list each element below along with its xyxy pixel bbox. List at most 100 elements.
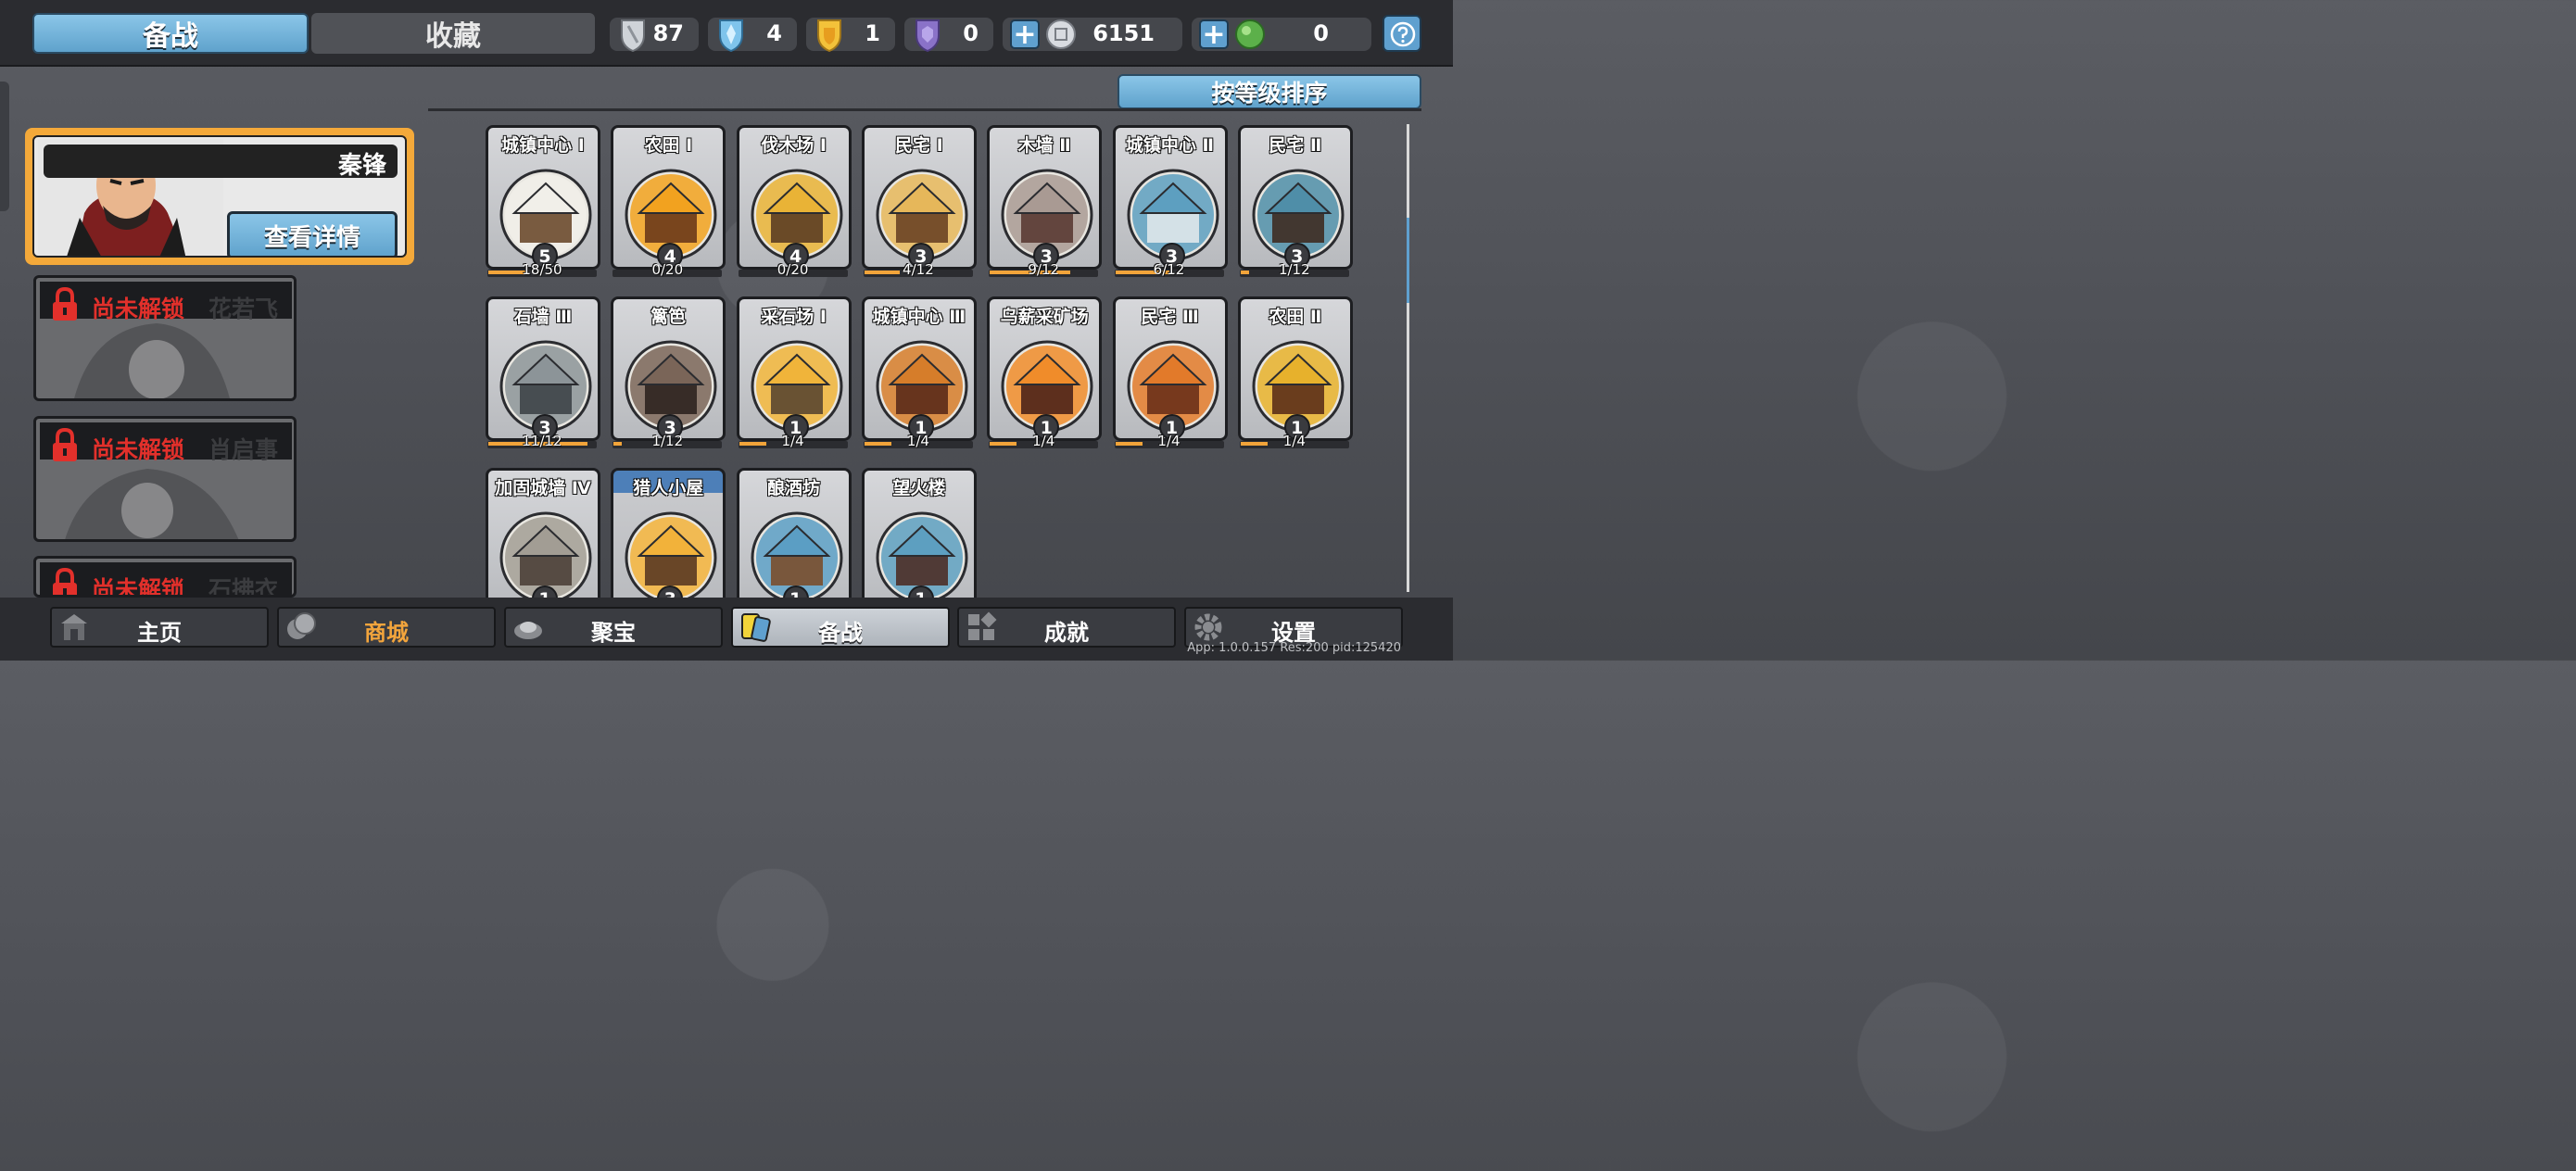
progress-text: 0/20 — [651, 261, 684, 278]
building-card-panel: 农田 Ⅱ1 — [1237, 296, 1353, 441]
hero-card-locked[interactable]: 尚未解锁 肖启事 — [33, 416, 297, 542]
locked-bar: 尚未解锁 肖启事 — [40, 422, 292, 463]
building-card-panel: 猎人小屋3 — [611, 468, 726, 598]
progress-text: 18/50 — [522, 261, 562, 278]
building-card[interactable]: 城镇中心 Ⅲ 1 1/4 — [861, 296, 977, 452]
hero-name-bar: 秦锋 — [44, 145, 398, 180]
building-progress-bar: 0/20 — [738, 261, 848, 278]
building-progress-bar: 1/12 — [612, 433, 723, 449]
nav-label: 商城 — [364, 620, 409, 646]
building-card-panel: 民宅 Ⅱ3 — [1237, 125, 1353, 270]
building-name: 乌薪采矿场 — [1000, 307, 1089, 327]
building-name: 民宅 Ⅱ — [1269, 135, 1322, 156]
building-card[interactable]: 石墙 Ⅲ 3 11/12 — [486, 296, 600, 452]
building-name: 木墙 Ⅱ — [1017, 135, 1071, 156]
hero-card-locked[interactable]: 尚未解锁 石拂衣 — [33, 556, 297, 598]
resource-blue-crystal: 4 — [708, 18, 797, 52]
tab-prepare[interactable]: 备战 — [32, 13, 309, 54]
nav-label: 备战 — [818, 620, 863, 646]
building-name: 石墙 Ⅲ — [513, 307, 573, 327]
building-progress-bar: 1/4 — [1239, 433, 1349, 449]
building-card[interactable]: 采石场 Ⅰ 1 1/4 — [736, 296, 852, 452]
progress-text: 1/4 — [781, 433, 804, 449]
resource-value: 0 — [1313, 20, 1329, 46]
building-card[interactable]: 乌薪采矿场 1 1/4 — [987, 296, 1103, 452]
scrollbar-thumb[interactable] — [1407, 218, 1409, 303]
resource-value: 0 — [963, 20, 979, 46]
nav-prepare[interactable]: 备战 — [731, 607, 950, 648]
building-card-panel: 加固城墙 Ⅳ1 — [486, 468, 600, 598]
blue-crystal-icon — [719, 19, 743, 52]
building-progress-bar: 9/12 — [989, 261, 1099, 278]
tab-collection[interactable]: 收藏 — [311, 13, 595, 54]
nav-shop[interactable]: 商城 — [277, 607, 496, 648]
building-card-panel: 城镇中心 Ⅲ1 — [861, 296, 977, 441]
building-card[interactable]: 民宅 Ⅰ 3 4/12 — [861, 125, 977, 281]
lock-icon — [53, 287, 77, 321]
building-progress-bar: 6/12 — [1114, 261, 1224, 278]
building-progress-bar: 1/4 — [989, 433, 1099, 449]
locked-hero-name: 花若飞 — [208, 296, 279, 322]
nav-label: 主页 — [137, 620, 182, 646]
progress-text: 1/4 — [1157, 433, 1181, 449]
building-card[interactable]: 木墙 Ⅱ 3 9/12 — [987, 125, 1103, 281]
resource-value: 6151 — [1092, 20, 1155, 46]
building-name: 城镇中心 Ⅱ — [1125, 135, 1215, 156]
building-name: 农田 Ⅰ — [644, 135, 693, 156]
progress-text: 1/4 — [906, 433, 929, 449]
divider — [428, 108, 1421, 111]
building-card[interactable]: 加固城墙 Ⅳ1 — [486, 468, 600, 598]
side-drawer-handle[interactable] — [0, 82, 9, 211]
help-button[interactable] — [1383, 15, 1421, 52]
building-card-panel: 望火楼1 — [861, 468, 977, 598]
resource-silver-shield: 87 — [610, 18, 699, 52]
nav-home[interactable]: 主页 — [50, 607, 269, 648]
hero-card-selected[interactable]: 秦锋 查看详情 — [25, 128, 414, 265]
building-name: 采石场 Ⅰ — [761, 307, 827, 327]
nav-treasure[interactable]: 聚宝 — [504, 607, 723, 648]
building-progress-bar: 18/50 — [487, 261, 597, 278]
resource-purple-shield: 0 — [904, 18, 993, 52]
building-card[interactable]: 农田 Ⅱ 1 1/4 — [1237, 296, 1353, 452]
building-card-panel: 民宅 Ⅲ1 — [1112, 296, 1228, 441]
progress-text: 9/12 — [1028, 261, 1060, 278]
add-orb-button[interactable]: + — [1199, 19, 1229, 49]
building-progress-bar: 1/4 — [863, 433, 973, 449]
locked-hero-portrait — [65, 469, 239, 539]
resource-value: 87 — [652, 20, 684, 46]
progress-text: 1/12 — [1278, 261, 1310, 278]
building-card[interactable]: 篱笆 3 1/12 — [611, 296, 726, 452]
add-coin-button[interactable]: + — [1010, 19, 1040, 49]
building-name: 农田 Ⅱ — [1269, 307, 1322, 327]
building-card[interactable]: 猎人小屋3 — [611, 468, 726, 598]
building-card-panel: 篱笆 3 — [611, 296, 726, 441]
building-card-panel: 采石场 Ⅰ1 — [736, 296, 852, 441]
nav-label: 聚宝 — [591, 620, 636, 646]
resource-gold-shield: 1 — [806, 18, 895, 52]
locked-status: 尚未解锁 — [92, 576, 185, 598]
building-progress-bar: 0/20 — [612, 261, 723, 278]
building-card[interactable]: 民宅 Ⅱ 3 1/12 — [1237, 125, 1353, 281]
building-name: 城镇中心 Ⅲ — [872, 307, 966, 327]
building-card[interactable]: 望火楼1 — [861, 468, 977, 598]
scrollbar-track[interactable] — [1407, 124, 1409, 592]
building-card[interactable]: 城镇中心 Ⅱ 3 6/12 — [1112, 125, 1228, 281]
hero-name: 秦锋 — [337, 152, 386, 180]
progress-text: 1/4 — [1282, 433, 1306, 449]
building-card[interactable]: 伐木场 Ⅰ 4 0/20 — [736, 125, 852, 281]
resource-silver-coin: + 6151 — [1003, 18, 1182, 51]
view-details-button[interactable]: 查看详情 — [227, 211, 398, 256]
building-card[interactable]: 城镇中心 Ⅰ 5 18/50 — [486, 125, 600, 281]
nav-achievement[interactable]: 成就 — [957, 607, 1176, 648]
building-card-panel: 农田 Ⅰ4 — [611, 125, 726, 270]
building-name: 猎人小屋 — [633, 478, 704, 498]
sort-by-level-button[interactable]: 按等级排序 — [1118, 74, 1421, 109]
building-card[interactable]: 民宅 Ⅲ 1 1/4 — [1112, 296, 1228, 452]
building-progress-bar: 11/12 — [487, 433, 597, 449]
resource-value: 4 — [766, 20, 782, 46]
building-card[interactable]: 酿酒坊1 — [736, 468, 852, 598]
building-card[interactable]: 农田 Ⅰ 4 0/20 — [611, 125, 726, 281]
locked-status: 尚未解锁 — [92, 436, 185, 463]
hero-card-locked[interactable]: 尚未解锁 花若飞 — [33, 275, 297, 401]
building-progress-bar: 1/4 — [738, 433, 848, 449]
